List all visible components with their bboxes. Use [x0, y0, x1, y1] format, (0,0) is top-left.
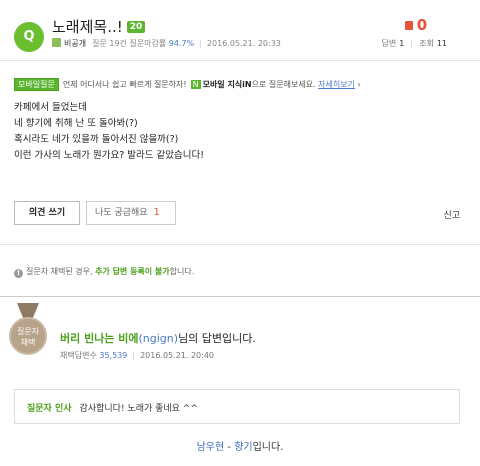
body-line: 카페에서 들었는데: [14, 102, 87, 113]
mobile-text-2: 으로 질문해보세요.: [251, 80, 316, 89]
notice-text-2: 합니다.: [169, 267, 195, 276]
answer-title-suffix: 님의 답변입니다.: [178, 332, 256, 345]
answer-body: 남우현 - 향기입니다.: [0, 438, 480, 453]
notice-text: 질문자 채택된 경우,: [26, 267, 93, 276]
artist-name: 남우현: [196, 442, 225, 453]
like-count: 0: [416, 16, 428, 34]
answers-label: 답변: [381, 39, 397, 48]
question-header: Q 노래제목..! 20 비공개 질문 19건 질문마감률 94.7% | 2016.0…: [0, 0, 480, 60]
author-name[interactable]: 비공개: [64, 39, 86, 48]
write-opinion-button[interactable]: 의견 쓰기: [14, 201, 80, 225]
me-too-curious-button[interactable]: 나도 궁금해요 1: [86, 201, 176, 225]
answer-suffix: 입니다.: [252, 442, 284, 453]
answer-title: 버리 빈나는 비에(ngign)님의 답변입니다.: [60, 330, 256, 346]
question-date: 2016.05.21. 20:33: [206, 39, 281, 48]
question-title-text: 노래제목..!: [52, 18, 123, 36]
dash: -: [224, 442, 235, 453]
mobile-notice: 모바일질문 언제 어디서나 쉽고 빠르게 질문하자! N 모바일 지식iN으로 질문해…: [14, 78, 361, 91]
curious-label: 나도 궁금해요: [95, 208, 148, 218]
medal-line-2: 채택: [20, 338, 36, 347]
close-rate: 94.7%: [168, 39, 195, 48]
thumbs-up-icon: [404, 21, 413, 30]
answerer-nick[interactable]: (ngign): [139, 332, 179, 345]
grade-badge: 20: [126, 21, 146, 33]
mobile-kin-text: 모바일 지식iN: [202, 80, 252, 89]
medal-line-1: 질문자: [16, 327, 40, 336]
adopt-label: 채택답변수: [60, 351, 97, 360]
adopt-count: 35,539: [99, 351, 128, 360]
adopted-notice: ! 질문자 채택된 경우, 추가 답변 등록이 불가합니다.: [14, 266, 194, 278]
more-link[interactable]: 자세히보기: [318, 80, 355, 89]
curious-count: 1: [153, 207, 160, 218]
greeting-text: 감사합니다! 노래가 좋네요 ^^: [79, 404, 198, 414]
naver-icon: N: [190, 80, 201, 89]
info-icon: !: [14, 269, 23, 278]
user-icon: [52, 38, 61, 47]
question-badge: Q: [14, 22, 44, 52]
answer-meta: 채택답변수 35,539 | 2016.05.21. 20:40: [60, 350, 214, 361]
question-body: 카페에서 들었는데 네 향기에 취해 난 또 돌아봐(?) 혹시라도 네가 있을…: [14, 100, 204, 164]
report-link[interactable]: 신고: [443, 208, 460, 221]
song-name: 향기: [234, 442, 253, 453]
buttons-divider: [0, 244, 480, 245]
questioner-greeting: 질문자 인사 감사합니다! 노래가 좋네요 ^^: [14, 389, 460, 424]
question-counts: 답변 1 | 조회 11: [382, 38, 447, 49]
question-meta: 비공개 질문 19건 질문마감률 94.7% | 2016.05.21. 20:33: [52, 38, 281, 49]
answer-meta-separator: |: [132, 351, 136, 360]
notice-highlight: 추가 답변 등록이 불가: [95, 267, 170, 276]
greeting-label: 질문자 인사: [27, 404, 72, 414]
adopted-medal-icon: 질문자 채택: [9, 317, 47, 355]
like-box[interactable]: 0: [388, 16, 444, 34]
mobile-text: 언제 어디서나 쉽고 빠르게 질문하자!: [62, 80, 187, 89]
answerer-name[interactable]: 버리 빈나는 비에: [60, 332, 139, 345]
header-divider: [0, 60, 480, 61]
body-line: 이런 가사의 노래가 뭔가요? 발라드 같았습니다!: [14, 150, 205, 161]
answer-divider: [0, 296, 480, 297]
body-line: 네 향기에 취해 난 또 돌아봐(?): [14, 118, 138, 129]
answers-count: 1: [399, 39, 405, 48]
answer-date: 2016.05.21. 20:40: [140, 351, 215, 360]
question-title: 노래제목..! 20: [52, 16, 146, 37]
meta-separator: |: [199, 39, 202, 48]
mobile-question-tag: 모바일질문: [14, 78, 59, 91]
body-line: 혹시라도 네가 있을까 돌아서진 않을까(?): [14, 134, 179, 145]
views-count: 11: [436, 39, 447, 48]
counts-separator: |: [410, 39, 414, 48]
author-stats: 질문 19건 질문마감률: [92, 39, 167, 48]
views-label: 조회: [419, 39, 434, 48]
